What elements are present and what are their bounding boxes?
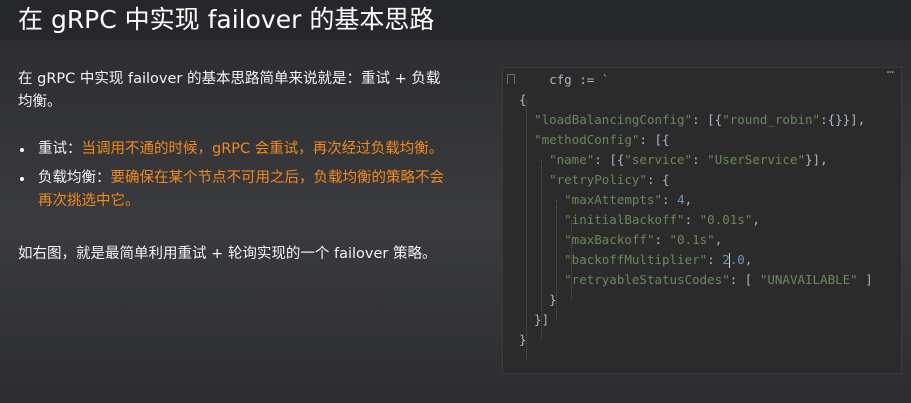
code-line[interactable]: }: [519, 330, 527, 350]
code-line[interactable]: "initialBackoff": "0.01s",: [519, 210, 760, 230]
bullet-load-balance: 负载均衡：要确保在某个节点不可用之后，负载均衡的策略不会再次挑选中它。: [18, 167, 448, 213]
code-line[interactable]: cfg := `: [519, 70, 609, 90]
code-line[interactable]: "maxAttempts": 4,: [519, 190, 692, 210]
code-line[interactable]: "backoffMultiplier": 2.0,: [519, 250, 752, 270]
code-line[interactable]: "name": [{"service": "UserService"}],: [519, 150, 827, 170]
code-line[interactable]: "maxBackoff": "0.1s",: [519, 230, 722, 250]
text-cursor: [729, 253, 731, 268]
fold-marker-icon[interactable]: [507, 74, 515, 84]
more-options-icon[interactable]: …: [887, 62, 895, 76]
bullet-list: 重试：当调用不通的时候，gRPC 会重试，再次经过负载均衡。 负载均衡：要确保在…: [18, 138, 448, 213]
conclusion-paragraph: 如右图，就是最简单利用重试 + 轮询实现的一个 failover 策略。: [18, 246, 437, 262]
bullet-retry-text: 当调用不通的时候，gRPC 会重试，再次经过负载均衡。: [81, 141, 444, 157]
bullet-retry-label: 重试：: [38, 141, 82, 157]
slide-title: 在 gRPC 中实现 failover 的基本思路: [18, 5, 435, 34]
title-bar: 在 gRPC 中实现 failover 的基本思路: [0, 0, 911, 40]
bullet-retry: 重试：当调用不通的时候，gRPC 会重试，再次经过负载均衡。: [18, 138, 448, 161]
code-line[interactable]: "retryableStatusCodes": [ "UNAVAILABLE" …: [519, 270, 873, 290]
intro-paragraph: 在 gRPC 中实现 failover 的基本思路简单来说就是：重试 + 负载均…: [18, 71, 441, 110]
bullet-dot-icon: [20, 177, 24, 181]
code-line[interactable]: }]: [519, 310, 549, 330]
left-text-column: 在 gRPC 中实现 failover 的基本思路简单来说就是：重试 + 负载均…: [18, 68, 448, 266]
bullet-dot-icon: [20, 148, 24, 152]
code-line[interactable]: "methodConfig": [{: [519, 130, 669, 150]
code-line[interactable]: }: [519, 290, 557, 310]
bullet-load-balance-label: 负载均衡：: [38, 170, 111, 186]
code-editor-panel[interactable]: … cfg := `{ "loadBalancingConfig": [{"ro…: [502, 62, 902, 374]
code-line[interactable]: "loadBalancingConfig": [{"round_robin":{…: [519, 110, 865, 130]
code-line[interactable]: "retryPolicy": {: [519, 170, 669, 190]
code-line[interactable]: {: [519, 90, 527, 110]
